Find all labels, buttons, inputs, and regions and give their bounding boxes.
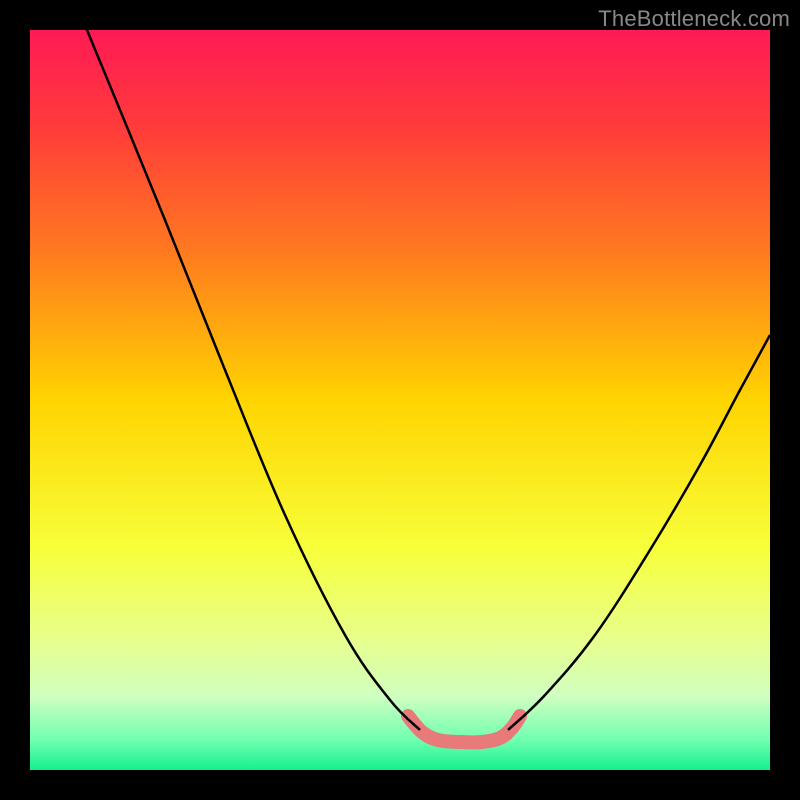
chart-frame: TheBottleneck.com (0, 0, 800, 800)
chart-canvas (30, 30, 770, 770)
gradient-background (30, 30, 770, 770)
watermark-text: TheBottleneck.com (598, 6, 790, 32)
plot-area (30, 30, 770, 770)
